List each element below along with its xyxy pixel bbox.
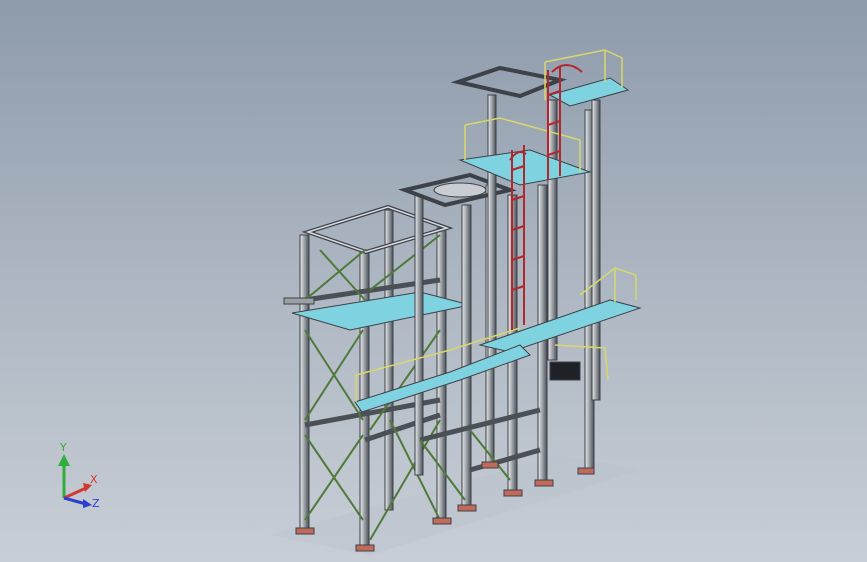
base-plate [577, 467, 595, 475]
column [461, 204, 472, 511]
x-axis-icon [63, 486, 87, 500]
base-plate [295, 527, 315, 535]
column [299, 234, 310, 534]
y-axis-label: Y [59, 441, 67, 454]
walkway-platform [478, 299, 642, 353]
base-plate [503, 489, 523, 497]
hopper-ring [433, 182, 487, 198]
grating-panel [549, 361, 581, 381]
graphics-viewport[interactable]: Y X Z [0, 0, 867, 562]
column [487, 94, 497, 366]
z-axis-label: Z [92, 497, 100, 510]
base-plate [534, 479, 554, 487]
base-plate [355, 544, 375, 552]
column [414, 194, 424, 476]
top-platform [548, 77, 630, 107]
z-arrow-icon [83, 499, 92, 508]
x-axis-label: X [90, 473, 98, 486]
base-plate [457, 504, 477, 512]
beam-stub [283, 297, 315, 305]
column [591, 99, 601, 401]
base-plate [432, 517, 452, 525]
column [384, 209, 394, 511]
right-tower [354, 49, 642, 475]
steel-structure-model[interactable] [0, 0, 867, 562]
z-axis-icon [63, 496, 87, 506]
y-arrow-icon [58, 454, 70, 466]
base-plate [481, 461, 499, 469]
coordinate-triad: Y X Z [58, 441, 100, 510]
